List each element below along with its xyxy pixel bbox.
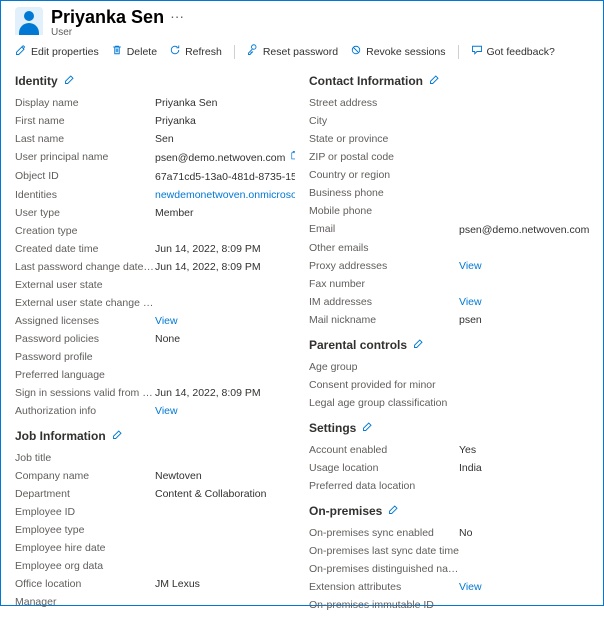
syncenabled-row: On-premises sync enabledNo bbox=[309, 524, 589, 542]
ext-link[interactable]: View bbox=[459, 580, 589, 594]
identities-row: Identitiesnewdemonetwoven.onmicrosoft.co… bbox=[15, 186, 295, 204]
department-row: DepartmentContent & Collaboration bbox=[15, 485, 295, 503]
bizphone-row: Business phone bbox=[309, 184, 589, 202]
manager-row: Manager bbox=[15, 593, 295, 611]
signin-row: Sign in sessions valid from date t...Jun… bbox=[15, 384, 295, 402]
key-icon bbox=[247, 44, 259, 59]
legalage-row: Legal age group classification bbox=[309, 394, 589, 412]
office-row: Office locationJM Lexus bbox=[15, 575, 295, 593]
identity-heading: Identity bbox=[15, 73, 295, 88]
jobtitle-row: Job title bbox=[15, 449, 295, 467]
licenses-link[interactable]: View bbox=[155, 314, 295, 328]
ext-row: Extension attributesView bbox=[309, 578, 589, 596]
country-row: Country or region bbox=[309, 166, 589, 184]
identities-link[interactable]: newdemonetwoven.onmicrosoft.com bbox=[155, 188, 295, 202]
otheremails-row: Other emails bbox=[309, 239, 589, 257]
more-menu[interactable]: ··· bbox=[170, 7, 184, 25]
display-name-row: Display namePriyanka Sen bbox=[15, 94, 295, 112]
state-row: State or province bbox=[309, 130, 589, 148]
fax-row: Fax number bbox=[309, 275, 589, 293]
edit-icon[interactable] bbox=[362, 420, 374, 435]
proxy-link[interactable]: View bbox=[459, 259, 589, 273]
copy-icon[interactable] bbox=[289, 150, 295, 165]
settings-heading: Settings bbox=[309, 420, 589, 435]
edit-icon[interactable] bbox=[64, 73, 76, 88]
city-row: City bbox=[309, 112, 589, 130]
extuserstate-row: External user state bbox=[15, 276, 295, 294]
preflang-row: Preferred language bbox=[15, 366, 295, 384]
feedback-icon bbox=[471, 44, 483, 59]
reset-password-button[interactable]: Reset password bbox=[247, 44, 338, 59]
edit-icon[interactable] bbox=[429, 73, 441, 88]
extuserstatechange-row: External user state change date ti... bbox=[15, 294, 295, 312]
lastsync-row: On-premises last sync date time bbox=[309, 542, 589, 560]
upn-row: User principal namepsen@demo.netwoven.co… bbox=[15, 148, 295, 167]
content-area: Identity Display namePriyanka Sen First … bbox=[1, 65, 603, 624]
createddate-row: Created date timeJun 14, 2022, 8:09 PM bbox=[15, 240, 295, 258]
immutable-row: On-premises immutable ID bbox=[309, 596, 589, 614]
onprem-heading: On-premises bbox=[309, 503, 589, 518]
empid-row: Employee ID bbox=[15, 503, 295, 521]
refresh-button[interactable]: Refresh bbox=[169, 44, 222, 59]
proxy-row: Proxy addressesView bbox=[309, 257, 589, 275]
avatar bbox=[15, 7, 43, 35]
first-name-row: First namePriyanka bbox=[15, 112, 295, 130]
job-heading: Job Information bbox=[15, 428, 295, 443]
orgdata-row: Employee org data bbox=[15, 557, 295, 575]
delete-button[interactable]: Delete bbox=[111, 44, 157, 59]
lastpwd-row: Last password change date timeJun 14, 20… bbox=[15, 258, 295, 276]
pwdpolicies-row: Password policiesNone bbox=[15, 330, 295, 348]
contact-heading: Contact Information bbox=[309, 73, 589, 88]
prefdata-row: Preferred data location bbox=[309, 477, 589, 495]
creationtype-row: Creation type bbox=[15, 222, 295, 240]
edit-icon[interactable] bbox=[413, 337, 425, 352]
consent-row: Consent provided for minor bbox=[309, 376, 589, 394]
im-link[interactable]: View bbox=[459, 295, 589, 309]
mobphone-row: Mobile phone bbox=[309, 202, 589, 220]
last-name-row: Last nameSen bbox=[15, 130, 295, 148]
emptype-row: Employee type bbox=[15, 521, 295, 539]
street-row: Street address bbox=[309, 94, 589, 112]
company-row: Company nameNewtoven bbox=[15, 467, 295, 485]
mailnick-row: Mail nicknamepsen bbox=[309, 311, 589, 329]
agegroup-row: Age group bbox=[309, 358, 589, 376]
edit-icon[interactable] bbox=[388, 503, 400, 518]
toolbar: Edit properties Delete Refresh Reset pas… bbox=[1, 40, 603, 65]
page-subtitle: User bbox=[51, 27, 164, 38]
email-row: Emailpsen@demo.netwoven.com bbox=[309, 220, 589, 239]
feedback-button[interactable]: Got feedback? bbox=[471, 44, 555, 59]
edit-properties-button[interactable]: Edit properties bbox=[15, 44, 99, 59]
revoke-icon bbox=[350, 44, 362, 59]
authinfo-row: Authorization infoView bbox=[15, 402, 295, 420]
accountenabled-row: Account enabledYes bbox=[309, 441, 589, 459]
usage-row: Usage locationIndia bbox=[309, 459, 589, 477]
pwdprofile-row: Password profile bbox=[15, 348, 295, 366]
authinfo-link[interactable]: View bbox=[155, 404, 295, 418]
dn-row: On-premises distinguished name bbox=[309, 560, 589, 578]
edit-icon[interactable] bbox=[112, 428, 124, 443]
revoke-sessions-button[interactable]: Revoke sessions bbox=[350, 44, 445, 59]
licenses-row: Assigned licensesView bbox=[15, 312, 295, 330]
edit-icon bbox=[15, 44, 27, 59]
parental-heading: Parental controls bbox=[309, 337, 589, 352]
hiredate-row: Employee hire date bbox=[15, 539, 295, 557]
refresh-icon bbox=[169, 44, 181, 59]
page-title: Priyanka Sen bbox=[51, 7, 164, 28]
im-row: IM addressesView bbox=[309, 293, 589, 311]
toolbar-divider-2 bbox=[458, 45, 459, 59]
usertype-row: User typeMember bbox=[15, 204, 295, 222]
delete-icon bbox=[111, 44, 123, 59]
page-header: Priyanka Sen User ··· bbox=[1, 1, 603, 40]
toolbar-divider bbox=[234, 45, 235, 59]
zip-row: ZIP or postal code bbox=[309, 148, 589, 166]
objectid-row: Object ID67a71cd5-13a0-481d-8735-1552116… bbox=[15, 167, 295, 186]
